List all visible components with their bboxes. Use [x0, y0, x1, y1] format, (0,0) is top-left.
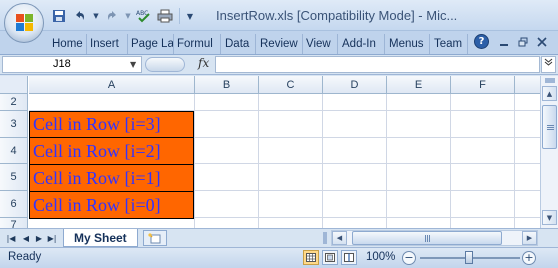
name-box-dropdown-icon[interactable]: ▼ — [130, 60, 136, 69]
row-header-2[interactable]: 2 — [0, 94, 28, 111]
formula-bar: J18 ▼ fx — [0, 55, 558, 75]
horizontal-scrollbar[interactable]: ◀ ▶ — [331, 230, 538, 246]
insert-function-icon[interactable]: fx — [198, 56, 209, 70]
tab-page-layout[interactable]: Page La — [129, 34, 174, 54]
quick-access-toolbar: ▼ ▼ ABC ▼ — [50, 6, 195, 26]
gridline — [450, 94, 451, 228]
office-button[interactable] — [4, 3, 44, 43]
last-sheet-icon[interactable]: ▶| — [46, 232, 58, 244]
tab-team[interactable]: Team — [432, 34, 468, 54]
scroll-right-icon[interactable]: ▶ — [522, 231, 537, 245]
qat-separator — [179, 8, 180, 24]
status-text: Ready — [8, 251, 42, 263]
help-icon[interactable]: ? — [474, 34, 489, 49]
zoom-out-icon[interactable]: − — [402, 251, 416, 265]
print-icon[interactable] — [156, 7, 174, 25]
normal-view-icon[interactable] — [303, 250, 319, 265]
row-header-6[interactable]: 6 — [0, 191, 28, 218]
row-header-5[interactable]: 5 — [0, 164, 28, 191]
formula-bar-resize-handle[interactable] — [145, 57, 185, 72]
column-header-g[interactable] — [515, 76, 540, 94]
tab-formulas[interactable]: Formul — [175, 34, 221, 54]
vertical-scrollbar[interactable]: ▲ ▼ — [540, 76, 558, 228]
undo-icon[interactable] — [71, 7, 89, 25]
close-icon[interactable] — [534, 34, 549, 50]
zoom-in-icon[interactable]: + — [522, 251, 536, 265]
scroll-left-icon[interactable]: ◀ — [332, 231, 347, 245]
sheet-tab-bar: |◀ ◀ ▶ ▶| My Sheet ◀ ▶ — [0, 228, 558, 247]
insert-sheet-icon[interactable] — [143, 230, 167, 246]
column-header-b[interactable]: B — [195, 76, 259, 94]
gridline — [386, 94, 387, 228]
restore-icon[interactable] — [515, 34, 530, 50]
redo-icon[interactable] — [103, 7, 121, 25]
row-header-7[interactable]: 7 — [0, 218, 28, 228]
tab-menus[interactable]: Menus — [387, 34, 430, 54]
select-all-corner[interactable] — [0, 76, 28, 94]
page-layout-view-icon[interactable] — [322, 250, 338, 265]
row-header-3[interactable]: 3 — [0, 111, 28, 138]
tab-home[interactable]: Home — [50, 34, 87, 54]
scroll-up-icon[interactable]: ▲ — [542, 86, 557, 101]
vertical-scroll-thumb[interactable] — [542, 105, 557, 149]
worksheet-grid[interactable]: A B C D E F 2 3 4 5 6 7 Cell in Row [i=3… — [0, 76, 540, 228]
zoom-slider-thumb[interactable] — [465, 251, 473, 264]
scroll-down-icon[interactable]: ▼ — [542, 210, 557, 225]
column-header-d[interactable]: D — [323, 76, 387, 94]
title-bar: ▼ ▼ ABC ▼ InsertRow.xls [Compatibility M… — [0, 0, 558, 43]
save-icon[interactable] — [50, 7, 68, 25]
cell-a6[interactable]: Cell in Row [i=0] — [29, 191, 194, 219]
next-sheet-icon[interactable]: ▶ — [33, 232, 45, 244]
name-box[interactable]: J18 — [2, 56, 142, 73]
page-break-preview-icon[interactable] — [341, 250, 357, 265]
tab-insert[interactable]: Insert — [88, 34, 128, 54]
column-header-f[interactable]: F — [451, 76, 515, 94]
first-sheet-icon[interactable]: |◀ — [5, 232, 17, 244]
spelling-icon[interactable]: ABC — [135, 7, 153, 25]
tab-review[interactable]: Review — [258, 34, 303, 54]
zoom-level[interactable]: 100% — [366, 251, 395, 263]
expand-formula-bar-icon[interactable] — [541, 56, 556, 73]
prev-sheet-icon[interactable]: ◀ — [20, 232, 32, 244]
gridline — [194, 94, 195, 228]
tab-split-handle[interactable] — [323, 232, 327, 244]
formula-input[interactable] — [215, 56, 540, 73]
cell-a4[interactable]: Cell in Row [i=2] — [29, 137, 194, 165]
tab-data[interactable]: Data — [223, 34, 256, 54]
tab-add-ins[interactable]: Add-In — [340, 34, 385, 54]
cell-a3[interactable]: Cell in Row [i=3] — [29, 111, 194, 138]
horizontal-scroll-thumb[interactable] — [352, 231, 502, 245]
office-logo-icon — [16, 14, 34, 32]
customize-qat-icon[interactable]: ▼ — [185, 7, 195, 25]
row-header-4[interactable]: 4 — [0, 138, 28, 164]
column-header-c[interactable]: C — [259, 76, 323, 94]
gridline — [258, 94, 259, 228]
tab-view[interactable]: View — [304, 34, 338, 54]
cell-a5[interactable]: Cell in Row [i=1] — [29, 164, 194, 192]
formula-tools: fx — [143, 56, 215, 73]
column-header-a[interactable]: A — [29, 76, 195, 94]
undo-dropdown-icon[interactable]: ▼ — [92, 7, 100, 25]
gridline — [514, 94, 515, 228]
minimize-icon[interactable] — [496, 34, 511, 50]
status-bar: Ready 100% − + — [0, 247, 558, 268]
sheet-tab-active[interactable]: My Sheet — [63, 229, 138, 247]
redo-dropdown-icon[interactable]: ▼ — [124, 7, 132, 25]
split-handle[interactable] — [545, 78, 555, 83]
gridline — [322, 94, 323, 228]
column-header-e[interactable]: E — [387, 76, 451, 94]
window-title: InsertRow.xls [Compatibility Mode] - Mic… — [216, 8, 458, 23]
